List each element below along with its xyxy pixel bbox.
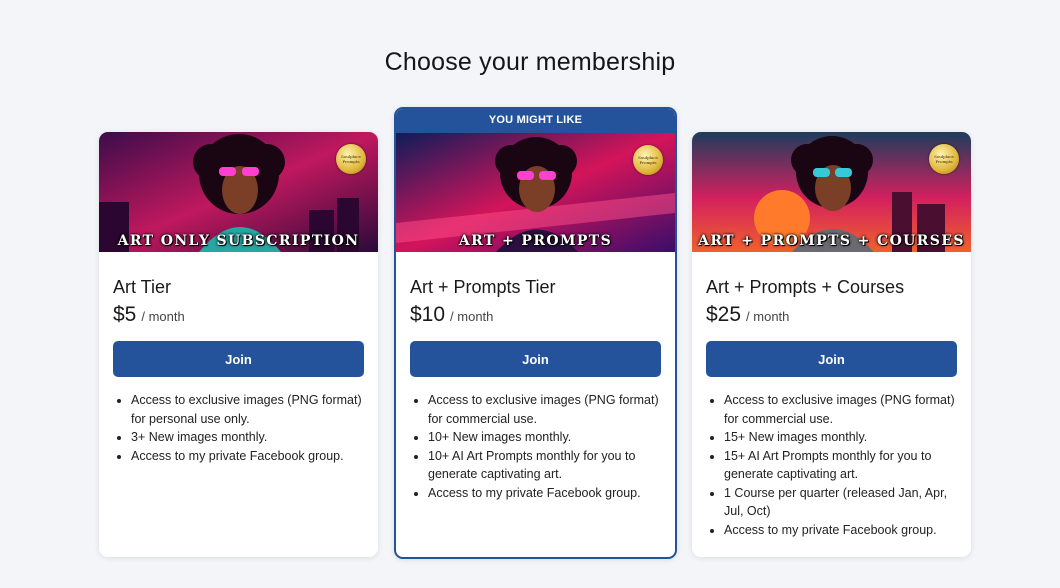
tier-banner-image: Soulplace Prompts ART + PROMPTS — [396, 133, 675, 252]
banner-caption: ART + PROMPTS + COURSES — [698, 233, 965, 249]
tier-card-art-prompts-courses: Soulplace Prompts ART + PROMPTS + COURSE… — [692, 132, 971, 557]
tier-card-art: Soulplace Prompts ART ONLY SUBSCRIPTION … — [99, 132, 378, 557]
tier-name: Art Tier — [113, 277, 172, 297]
feature-item: Access to my private Facebook group. — [131, 447, 364, 466]
feature-list: Access to exclusive images (PNG format) … — [410, 391, 661, 502]
tier-price: $5 — [113, 303, 137, 326]
brand-badge-icon: Soulplace Prompts — [633, 145, 663, 175]
banner-caption: ART ONLY SUBSCRIPTION — [117, 233, 360, 249]
price-row: $25 / month — [706, 303, 957, 327]
brand-badge-icon: Soulplace Prompts — [929, 144, 959, 174]
feature-item: 10+ AI Art Prompts monthly for you to ge… — [428, 447, 661, 484]
feature-item: Access to exclusive images (PNG format) … — [428, 391, 661, 428]
price-period: / month — [746, 309, 790, 324]
price-period: / month — [450, 309, 494, 324]
tier-banner-image: Soulplace Prompts ART ONLY SUBSCRIPTION — [99, 132, 378, 252]
price-period: / month — [141, 309, 185, 324]
badge-text: Soulplace Prompts — [341, 154, 361, 164]
badge-text: Soulplace Prompts — [934, 154, 954, 164]
feature-list: Access to exclusive images (PNG format) … — [706, 391, 957, 539]
feature-list: Access to exclusive images (PNG format) … — [113, 391, 364, 465]
price-row: $10 / month — [410, 303, 661, 327]
tier-name: Art + Prompts Tier — [410, 277, 556, 297]
tier-price: $25 — [706, 303, 742, 326]
brand-badge-icon: Soulplace Prompts — [336, 144, 366, 174]
tier-name: Art + Prompts + Courses — [706, 277, 905, 297]
feature-item: 3+ New images monthly. — [131, 428, 364, 447]
join-button-art-tier[interactable]: Join — [113, 341, 364, 377]
tier-card-art-prompts: YOU MIGHT LIKE Soulplace Prompts ART + P… — [394, 107, 677, 559]
feature-item: 15+ New images monthly. — [724, 428, 957, 447]
badge-text: Soulplace Prompts — [638, 155, 658, 165]
page-title: Choose your membership — [384, 48, 676, 76]
price-row: $5 / month — [113, 303, 364, 327]
join-button-art-prompts-courses[interactable]: Join — [706, 341, 957, 377]
tier-banner-image: Soulplace Prompts ART + PROMPTS + COURSE… — [692, 132, 971, 252]
feature-item: Access to my private Facebook group. — [428, 484, 661, 503]
recommended-ribbon: YOU MIGHT LIKE — [396, 109, 675, 133]
banner-caption: ART + PROMPTS — [458, 233, 613, 249]
join-button-art-prompts-tier[interactable]: Join — [410, 341, 661, 377]
feature-item: 1 Course per quarter (released Jan, Apr,… — [724, 484, 957, 521]
feature-item: Access to my private Facebook group. — [724, 521, 957, 540]
feature-item: 15+ AI Art Prompts monthly for you to ge… — [724, 447, 957, 484]
feature-item: Access to exclusive images (PNG format) … — [131, 391, 364, 428]
feature-item: Access to exclusive images (PNG format) … — [724, 391, 957, 428]
tier-price: $10 — [410, 303, 446, 326]
feature-item: 10+ New images monthly. — [428, 428, 661, 447]
